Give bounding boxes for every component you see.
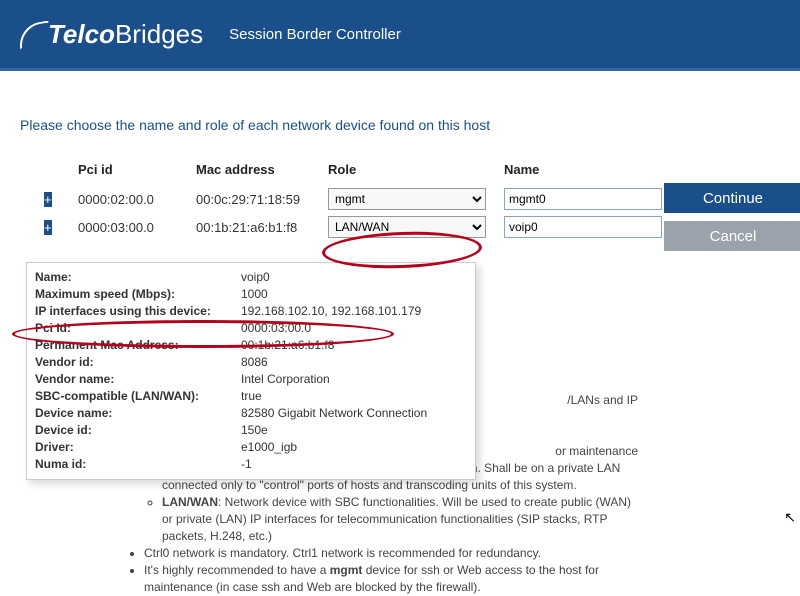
content-area: Please choose the name and role of each … bbox=[0, 71, 800, 251]
name-input[interactable] bbox=[504, 188, 662, 210]
app-header: Telco Bridges Session Border Controller bbox=[0, 0, 800, 68]
detail-key: Numa id: bbox=[35, 456, 241, 473]
detail-row: IP interfaces using this device:192.168.… bbox=[35, 303, 467, 320]
detail-row: Maximum speed (Mbps):1000 bbox=[35, 286, 467, 303]
detail-key: SBC-compatible (LAN/WAN): bbox=[35, 388, 241, 405]
name-input[interactable] bbox=[504, 216, 662, 238]
detail-key: Device id: bbox=[35, 422, 241, 439]
detail-value: -1 bbox=[241, 456, 467, 473]
help-bullet-mgmt: It's highly recommended to have a mgmt d… bbox=[144, 562, 638, 596]
logo-swoosh-icon bbox=[16, 20, 54, 50]
detail-row: Pci Id:0000:03:00.0 bbox=[35, 320, 467, 337]
help-lanwan-text: : Network device with SBC functionalitie… bbox=[162, 495, 631, 543]
detail-row: SBC-compatible (LAN/WAN):true bbox=[35, 388, 467, 405]
table-row: + 0000:03:00.0 00:1b:21:a6:b1:f8 LAN/WAN bbox=[44, 213, 664, 241]
help-bullet-ctrl: Ctrl0 network is mandatory. Ctrl1 networ… bbox=[144, 545, 638, 562]
detail-value: true bbox=[241, 388, 467, 405]
detail-value: e1000_igb bbox=[241, 439, 467, 456]
detail-key: Maximum speed (Mbps): bbox=[35, 286, 241, 303]
detail-key: Device name: bbox=[35, 405, 241, 422]
detail-row: Numa id:-1 bbox=[35, 456, 467, 473]
th-pci: Pci id bbox=[78, 162, 180, 177]
detail-row: Device id:150e bbox=[35, 422, 467, 439]
detail-value: 8086 bbox=[241, 354, 467, 371]
th-mac: Mac address bbox=[196, 162, 312, 177]
detail-value: Intel Corporation bbox=[241, 371, 467, 388]
page-title: Session Border Controller bbox=[229, 26, 401, 43]
detail-row: Device name:82580 Gigabit Network Connec… bbox=[35, 405, 467, 422]
detail-key: Name: bbox=[35, 269, 241, 286]
detail-row: Permanent Mac Address:00:1b:21:a6:b1:f8 bbox=[35, 337, 467, 354]
detail-row: Driver:e1000_igb bbox=[35, 439, 467, 456]
detail-row: Name:voip0 bbox=[35, 269, 467, 286]
detail-row: Vendor id:8086 bbox=[35, 354, 467, 371]
table-header-row: Pci id Mac address Role Name bbox=[44, 155, 664, 183]
cell-mac: 00:1b:21:a6:b1:f8 bbox=[196, 220, 312, 235]
device-details-tooltip: Name:voip0Maximum speed (Mbps):1000IP in… bbox=[26, 262, 476, 480]
detail-value: 82580 Gigabit Network Connection bbox=[241, 405, 467, 422]
cell-pci: 0000:02:00.0 bbox=[78, 192, 180, 207]
expand-icon[interactable]: + bbox=[44, 220, 52, 235]
cursor-icon: ↖ bbox=[784, 509, 796, 526]
detail-key: Driver: bbox=[35, 439, 241, 456]
th-role: Role bbox=[328, 162, 488, 177]
prompt-text: Please choose the name and role of each … bbox=[20, 117, 780, 133]
detail-key: Permanent Mac Address: bbox=[35, 337, 241, 354]
cell-pci: 0000:03:00.0 bbox=[78, 220, 180, 235]
detail-value: 192.168.102.10, 192.168.101.179 bbox=[241, 303, 467, 320]
cell-mac: 00:0c:29:71:18:59 bbox=[196, 192, 312, 207]
help-lanwan-label: LAN/WAN bbox=[162, 495, 218, 509]
logo: Telco Bridges bbox=[18, 19, 203, 50]
action-buttons: Continue Cancel bbox=[664, 155, 800, 251]
logo-text-2: Bridges bbox=[115, 19, 203, 50]
role-select[interactable]: LAN/WAN bbox=[328, 216, 486, 238]
detail-value: voip0 bbox=[241, 269, 467, 286]
table-row: + 0000:02:00.0 00:0c:29:71:18:59 mgmt bbox=[44, 185, 664, 213]
detail-value: 0000:03:00.0 bbox=[241, 320, 467, 337]
detail-row: Vendor name:Intel Corporation bbox=[35, 371, 467, 388]
detail-value: 1000 bbox=[241, 286, 467, 303]
role-select[interactable]: mgmt bbox=[328, 188, 486, 210]
detail-key: Vendor id: bbox=[35, 354, 241, 371]
detail-value: 150e bbox=[241, 422, 467, 439]
detail-key: Pci Id: bbox=[35, 320, 241, 337]
logo-text-1: Telco bbox=[48, 19, 115, 50]
detail-key: Vendor name: bbox=[35, 371, 241, 388]
detail-value: 00:1b:21:a6:b1:f8 bbox=[241, 337, 467, 354]
detail-key: IP interfaces using this device: bbox=[35, 303, 241, 320]
cancel-button[interactable]: Cancel bbox=[664, 221, 800, 251]
device-table: Pci id Mac address Role Name + 0000:02:0… bbox=[20, 155, 780, 251]
continue-button[interactable]: Continue bbox=[664, 183, 800, 213]
expand-icon[interactable]: + bbox=[44, 192, 52, 207]
th-name: Name bbox=[504, 162, 664, 177]
